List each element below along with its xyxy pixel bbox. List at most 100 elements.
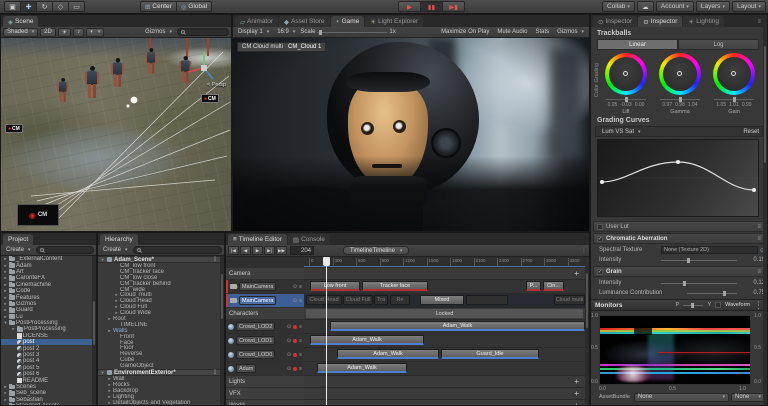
timeline-track-lane[interactable]: Low front Tracker face P... Cin... [304, 280, 585, 293]
go-to-start-button[interactable]: |◀ [228, 246, 239, 255]
timeline-group-lane[interactable]: + [304, 388, 585, 399]
tab-hierarchy[interactable]: Hierarchy [100, 234, 138, 245]
fold-arrow-icon[interactable]: ▸ [3, 295, 8, 301]
inspector-scrollbar[interactable] [763, 15, 767, 405]
record-dot-icon[interactable] [293, 352, 298, 357]
account-dropdown[interactable]: Account ▾ [655, 1, 694, 12]
play-button[interactable]: ▶ [398, 1, 421, 12]
fold-arrow-icon[interactable]: ▸ [3, 256, 8, 262]
timeline-track-lane[interactable]: Adam_Walk Guard_Idle [304, 348, 585, 361]
linear-mode-button[interactable]: Linear [597, 39, 678, 50]
assetbundle-dropdown-1[interactable]: None ▾ [633, 392, 729, 402]
tab-inspector-2[interactable]: ⊙ Inspector [638, 16, 683, 27]
scene-lighting-icon[interactable]: ☀ [57, 27, 72, 37]
mute-audio-toggle[interactable]: Mute Audio [494, 28, 530, 37]
tab-animator[interactable]: ▱ Animator [235, 16, 279, 27]
fold-arrow-icon[interactable]: ▸ [11, 326, 16, 332]
tab-console[interactable]: ▤ Console [287, 234, 330, 245]
track-bind-icon[interactable]: ⊙ [287, 324, 291, 330]
trackball-value[interactable]: 0.98 [675, 102, 685, 108]
rotate-tool-icon[interactable]: ↻ [36, 1, 53, 12]
timeline-clip[interactable]: Adam_Walk [330, 321, 585, 331]
timeline-settings-icon[interactable]: ⋮ [581, 247, 587, 254]
grain-header[interactable]: ✓ Grain ≡ [593, 266, 765, 277]
track-menu-icon[interactable]: ≡ [299, 352, 302, 358]
pause-button[interactable]: ▮▮ [420, 1, 443, 12]
timeline-group-header[interactable]: World [226, 400, 304, 405]
game-gizmos-dropdown[interactable]: Gizmos ▾ [554, 28, 587, 37]
user-lut-header[interactable]: User Lut ≡ [593, 221, 765, 232]
scene-gizmos-dropdown[interactable]: Gizmos ▾ [142, 28, 175, 37]
cinemachine-badge[interactable]: ● CM [201, 94, 219, 103]
track-bind-icon[interactable]: ⊙ [287, 366, 291, 372]
chromatic-intensity-slider[interactable] [661, 257, 737, 263]
fold-arrow-icon[interactable]: ▸ [3, 301, 8, 307]
project-scrollbar[interactable] [92, 256, 96, 405]
track-name[interactable]: MainCamera [239, 296, 277, 305]
track-name[interactable]: Adam [236, 364, 257, 373]
log-mode-button[interactable]: Log [678, 39, 759, 50]
trackball-value[interactable]: 0.00 [635, 102, 645, 108]
timeline-track-header[interactable]: Crowd_LOD0 ⊙ ≡ [226, 348, 304, 361]
timeline-track-lane[interactable]: Adam_Walk [304, 320, 585, 333]
slider-handle[interactable] [733, 97, 736, 102]
grading-curve-editor[interactable] [597, 139, 759, 217]
track-bind-icon[interactable]: ⊙ [287, 338, 291, 344]
timeline-track-lane[interactable]: Adam_Walk [304, 362, 585, 375]
timeline-breadcrumb[interactable]: TimelineTimeline ▾ [343, 246, 410, 255]
timeline-clip[interactable]: Guard_Idle [441, 349, 539, 359]
section-menu-icon[interactable]: ≡ [757, 224, 761, 230]
fold-arrow-icon[interactable]: ▸ [107, 328, 112, 334]
trackball-handle[interactable] [677, 71, 682, 76]
layers-dropdown[interactable]: Layers ▾ [695, 1, 730, 12]
chromatic-aberration-header[interactable]: ✓ Chromatic Aberration ≡ [593, 233, 765, 244]
trackball-value[interactable]: 0.97 [662, 102, 672, 108]
cloud-icon[interactable]: ☁ [636, 1, 654, 12]
fold-arrow-icon[interactable]: ▸ [3, 390, 8, 396]
trackball-value[interactable]: 1.01 [729, 102, 739, 108]
shading-mode-dropdown[interactable]: Shaded ▾ [3, 27, 39, 37]
timeline-track-header[interactable]: Crowd_LOD2 ⊙ ≡ [226, 320, 304, 333]
track-name[interactable]: Crowd_LOD2 [236, 322, 276, 331]
timeline-track-header[interactable]: MainCamera ⊙ ≡ [226, 280, 304, 293]
add-clip-button[interactable]: + [574, 269, 579, 277]
trackball-offset-slider[interactable] [714, 97, 754, 102]
game-viewport[interactable]: CM Cloud multi CM_Cloud 1 [233, 38, 589, 231]
timeline-track-header[interactable]: MainCamera ⊙ ≡ [226, 294, 304, 307]
hierarchy-scrollbar[interactable] [220, 256, 224, 405]
hierarchy-search-input[interactable] [132, 246, 222, 254]
fold-arrow-icon[interactable]: ▾ [100, 257, 105, 263]
monitors-menu-icon[interactable]: ⋮ [754, 300, 763, 311]
slider-handle[interactable] [625, 97, 628, 102]
trackball-offset-slider[interactable] [660, 97, 700, 102]
track-menu-icon[interactable]: ≡ [299, 324, 302, 330]
timeline-clip[interactable]: Mixed [420, 295, 464, 305]
track-bind-icon[interactable]: ⊙ [287, 352, 291, 358]
timeline-group-header[interactable]: VFX [226, 388, 304, 399]
persp-gizmo-label[interactable]: < Persp [207, 82, 226, 88]
hierarchy-scene-header[interactable]: ▾ EnvironmentExterior* ⋮ [98, 369, 220, 377]
grain-intensity-slider[interactable] [661, 280, 737, 286]
timeline-clip[interactable]: Cloud multi [554, 295, 585, 305]
scene-viewport[interactable]: < Persp ● CM ● CM ◉ CM [1, 38, 231, 231]
timeline-clip[interactable]: Low front [310, 281, 360, 291]
timeline-playhead[interactable] [323, 257, 330, 405]
trackball-wheel[interactable] [605, 53, 647, 95]
step-button[interactable]: ▶▮ [442, 1, 465, 12]
hierarchy-create-dropdown[interactable]: Create ▾ [100, 246, 131, 255]
go-to-end-button[interactable]: ▶▶ [276, 246, 287, 255]
fold-arrow-icon[interactable]: ▸ [3, 269, 8, 275]
fold-arrow-icon[interactable]: ▸ [107, 316, 112, 322]
trackball-value[interactable]: 0.99 [742, 102, 752, 108]
scene-audio-icon[interactable]: ♪ [73, 27, 85, 37]
spectral-texture-field[interactable]: None (Texture 2D) [661, 246, 758, 254]
timeline-clip[interactable]: Re [390, 295, 410, 305]
project-item[interactable]: ▸ Standard Assets [1, 402, 92, 405]
timeline-group-lane[interactable]: + [304, 400, 585, 405]
slider-handle[interactable] [679, 97, 682, 102]
timeline-clip[interactable]: Cloud Full [343, 295, 373, 305]
fold-arrow-icon[interactable]: ▸ [107, 400, 112, 405]
user-lut-checkbox[interactable] [597, 223, 603, 230]
tab-lighting[interactable]: ☀ Lighting [683, 16, 725, 27]
current-frame-field[interactable]: 204 [290, 246, 314, 255]
